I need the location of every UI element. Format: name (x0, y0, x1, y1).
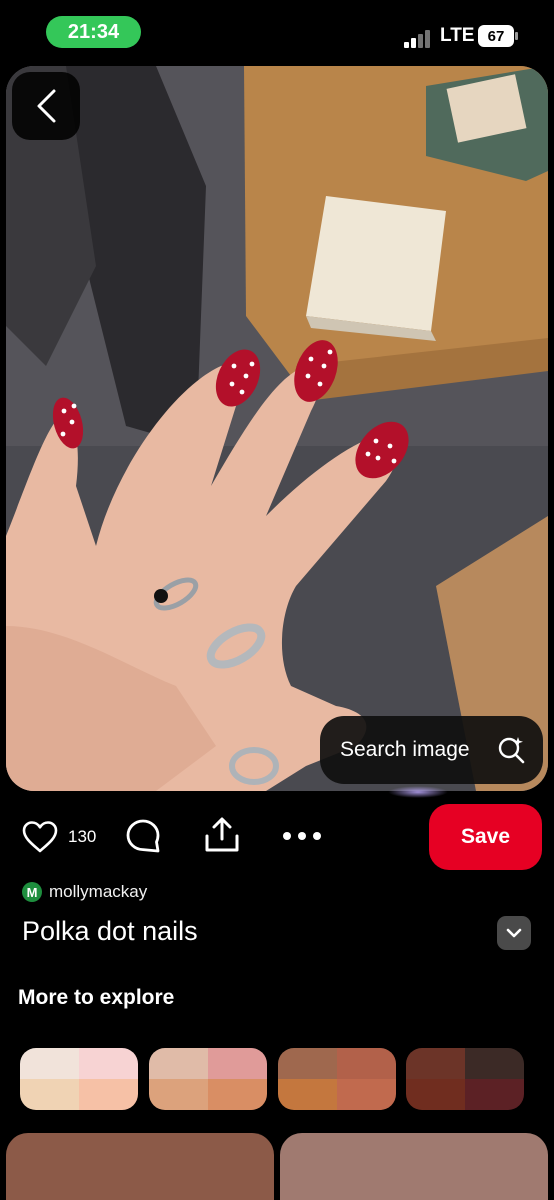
pin-photo (6, 66, 548, 791)
heart-icon[interactable] (22, 820, 58, 854)
swatch-color (406, 1048, 465, 1079)
explore-card[interactable] (6, 1133, 274, 1200)
swatch-color (406, 1079, 465, 1110)
network-type: LTE (440, 25, 475, 46)
chevron-down-icon (506, 928, 522, 938)
swatch-color (465, 1048, 524, 1079)
search-image-button[interactable]: Search image (320, 716, 543, 784)
pin-action-row: 130 Save (0, 800, 554, 872)
swatch-color (208, 1048, 267, 1079)
status-time: 21:34 (46, 16, 141, 48)
explore-swatch[interactable] (278, 1048, 396, 1110)
avatar: M (22, 882, 42, 902)
swatch-color (208, 1079, 267, 1110)
explore-swatch[interactable] (406, 1048, 524, 1110)
glow-decoration (388, 786, 448, 798)
signal-icon (404, 28, 436, 48)
swatch-color (79, 1048, 138, 1079)
expand-details-button[interactable] (497, 916, 531, 950)
pin-image[interactable] (6, 66, 548, 791)
battery-level: 67 (487, 27, 505, 45)
search-image-icon (498, 737, 525, 764)
swatch-color (149, 1048, 208, 1079)
explore-card[interactable] (280, 1133, 548, 1200)
swatch-color (20, 1048, 79, 1079)
swatch-color (465, 1079, 524, 1110)
swatch-color (278, 1079, 337, 1110)
share-icon[interactable] (203, 816, 241, 854)
pin-title: Polka dot nails (22, 916, 198, 946)
author-link[interactable]: M mollymackay (22, 882, 147, 902)
more-icon[interactable] (282, 830, 322, 842)
swatch-color (79, 1079, 138, 1110)
status-bar: 21:34 LTE 67 (0, 0, 554, 64)
swatch-color (337, 1079, 396, 1110)
author-name: mollymackay (49, 882, 148, 901)
explore-swatch[interactable] (149, 1048, 267, 1110)
more-to-explore-heading: More to explore (18, 986, 175, 1009)
save-button[interactable]: Save (429, 804, 542, 870)
back-icon (37, 89, 56, 123)
explore-swatch[interactable] (20, 1048, 138, 1110)
search-image-label: Search image (340, 738, 470, 761)
comment-icon[interactable] (125, 818, 161, 854)
swatch-color (20, 1079, 79, 1110)
swatch-color (337, 1048, 396, 1079)
battery-icon: 67 (478, 25, 518, 47)
swatch-color (149, 1079, 208, 1110)
swatch-color (278, 1048, 337, 1079)
like-count: 130 (68, 827, 97, 846)
back-button[interactable] (12, 72, 80, 140)
